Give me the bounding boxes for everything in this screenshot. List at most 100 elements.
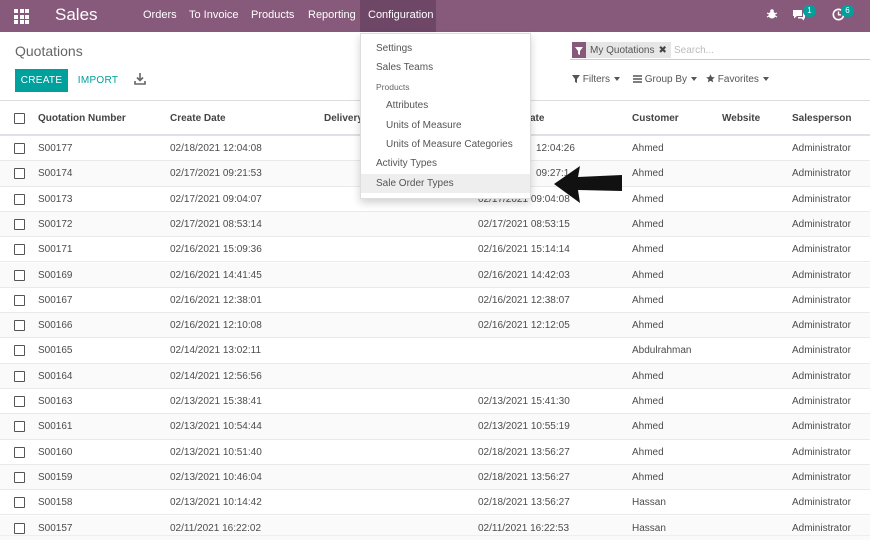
header-website[interactable]: Website [722,113,760,124]
cell-create-date: 02/13/2021 10:54:44 [170,421,262,433]
cell-create-date: 02/13/2021 10:46:04 [170,471,262,483]
cell-salesperson: Administrator [792,421,851,433]
header-quotation-number[interactable]: Quotation Number [38,113,126,124]
row-checkbox[interactable] [14,446,25,458]
cell-order-date: 02/13/2021 15:41:30 [478,396,570,407]
row-checkbox[interactable] [14,471,25,483]
select-all-checkbox[interactable] [14,113,25,124]
cell-create-date: 02/13/2021 15:38:41 [170,396,262,407]
header-delivery[interactable]: Delivery [324,113,363,124]
groupby-toggle[interactable]: Group By [633,74,698,85]
bug-debug-icon[interactable] [766,8,778,24]
cell-customer: Hassan [632,522,666,534]
cell-create-date: 02/16/2021 12:10:08 [170,320,262,332]
menu-orders[interactable]: Orders [135,0,185,32]
cell-order-date: 02/18/2021 13:56:27 [478,471,570,483]
row-checkbox[interactable] [14,522,25,534]
header-customer[interactable]: Customer [632,113,679,124]
table-row[interactable]: S00172 02/17/2021 08:53:14 02/17/2021 08:5… [0,211,870,238]
table-row[interactable]: S00159 02/13/2021 10:46:04 02/18/2021 13:5… [0,464,870,491]
cell-customer: Abdulrahman [632,345,692,357]
groupby-label: Group By [644,74,688,85]
menu-section-products: Products [376,82,410,92]
table-row[interactable]: S00165 02/14/2021 13:02:11 Abdulrahman Admi… [0,338,870,364]
filters-label: Filters [582,74,611,85]
download-icon[interactable] [134,72,146,86]
row-checkbox[interactable] [14,370,25,382]
cell-salesperson: Administrator [792,218,851,230]
table-row[interactable]: S00161 02/13/2021 10:54:44 02/13/2021 10:5… [0,414,870,440]
search-input[interactable] [674,42,864,58]
cell-create-date: 02/11/2021 16:22:02 [170,522,262,534]
cell-order-date: 02/11/2021 16:22:53 [478,522,570,534]
cell-customer: Ahmed [632,396,664,407]
create-button[interactable]: CREATE [15,69,68,92]
table-row[interactable]: S00158 02/13/2021 10:14:42 02/18/2021 13:5… [0,490,870,516]
cell-customer: Hassan [632,497,666,509]
row-checkbox[interactable] [14,396,25,407]
cell-customer: Ahmed [632,244,664,256]
apps-grid-icon[interactable] [14,9,29,24]
black-arrow-left-icon [554,166,622,203]
page-title: Quotations [15,43,83,59]
search-bar: My Quotations ✖ [570,40,870,60]
menu-products[interactable]: Products [243,0,302,32]
row-checkbox[interactable] [14,345,25,357]
header-order-date[interactable]: ate [530,113,544,124]
cell-salesperson: Administrator [792,522,851,534]
row-checkbox[interactable] [14,294,25,306]
cell-customer: Ahmed [632,370,664,382]
favorites-toggle[interactable]: Favorites [706,74,769,85]
row-checkbox[interactable] [14,269,25,281]
table-row[interactable]: S00169 02/16/2021 14:41:45 02/16/2021 14:4… [0,262,870,288]
row-checkbox[interactable] [14,218,25,230]
table-row[interactable]: S00164 02/14/2021 12:56:56 Ahmed Administra… [0,363,870,389]
search-facet: My Quotations ✖ [572,42,671,58]
menu-item-settings[interactable]: Settings [361,39,530,58]
cell-create-date: 02/13/2021 10:14:42 [170,497,262,509]
menu-item-activity-types[interactable]: Activity Types [361,154,530,173]
menu-item-units-of-measure-categories[interactable]: Units of Measure Categories [361,135,530,154]
cell-customer: Ahmed [632,269,664,281]
table-row[interactable]: S00163 02/13/2021 15:38:41 02/13/2021 15:4… [0,389,870,415]
cell-customer: Ahmed [632,471,664,483]
favorites-label: Favorites [717,74,759,85]
table-row[interactable]: S00166 02/16/2021 12:10:08 02/16/2021 12:1… [0,313,870,339]
row-checkbox[interactable] [14,168,25,180]
close-icon[interactable]: ✖ [658,45,670,56]
cell-salesperson: Administrator [792,244,851,256]
row-checkbox[interactable] [14,143,25,154]
cell-create-date: 02/14/2021 13:02:11 [170,345,262,357]
menu-item-sales-teams[interactable]: Sales Teams [361,58,530,77]
row-checkbox[interactable] [14,421,25,433]
cell-salesperson: Administrator [792,143,851,154]
cell-quotation-number: S00174 [38,168,73,180]
table-row[interactable]: S00160 02/13/2021 10:51:40 02/18/2021 13:5… [0,440,870,465]
menu-item-attributes[interactable]: Attributes [361,96,530,115]
cell-quotation-number: S00172 [38,218,73,230]
menu-to-invoice[interactable]: To Invoice [181,0,247,32]
import-button[interactable]: IMPORT [73,69,123,92]
row-checkbox[interactable] [14,244,25,256]
menu-item-sale-order-types[interactable]: Sale Order Types [361,174,530,193]
cell-salesperson: Administrator [792,345,851,357]
row-checkbox[interactable] [14,193,25,205]
table-row[interactable]: S00171 02/16/2021 15:09:36 02/16/2021 15:1… [0,237,870,263]
cell-salesperson: Administrator [792,294,851,306]
search-facet-label: My Quotations [590,44,655,56]
menu-item-units-of-measure[interactable]: Units of Measure [361,116,530,135]
filters-toggle[interactable]: Filters [572,74,621,85]
row-checkbox[interactable] [14,320,25,332]
cell-customer: Ahmed [632,294,664,306]
app-brand[interactable]: Sales [55,5,98,25]
filter-funnel-icon [572,42,586,58]
table-row[interactable]: S00167 02/16/2021 12:38:01 02/16/2021 12:3… [0,288,870,314]
cell-customer: Ahmed [632,320,664,332]
header-create-date[interactable]: Create Date [170,113,226,124]
header-salesperson[interactable]: Salesperson [792,113,851,124]
cell-create-date: 02/14/2021 12:56:56 [170,370,262,382]
row-checkbox[interactable] [14,497,25,509]
menu-reporting[interactable]: Reporting [300,0,364,32]
menu-configuration[interactable]: Configuration [360,0,436,32]
cell-salesperson: Administrator [792,320,851,332]
